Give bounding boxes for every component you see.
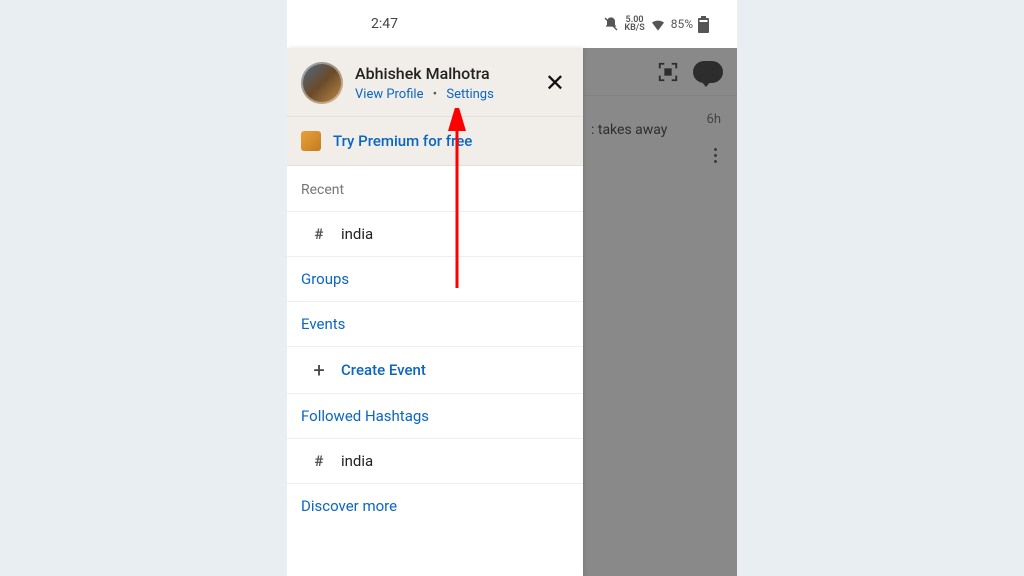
plus-icon: + [311, 360, 327, 380]
battery-percent: 85% [671, 17, 693, 31]
network-speed: 5.00 KB/S [624, 16, 644, 32]
phone-frame: 2:47 5.00 KB/S 85% 6h : takes away [287, 0, 737, 576]
profile-name: Abhishek Malhotra [355, 64, 529, 83]
separator-dot: • [433, 87, 437, 102]
hash-icon: # [311, 225, 327, 243]
recent-item-label: india [341, 225, 373, 243]
create-event-label: Create Event [341, 361, 426, 379]
premium-link[interactable]: Try Premium for free [333, 132, 472, 150]
discover-more-link[interactable]: Discover more [287, 484, 583, 528]
mute-icon [603, 16, 619, 32]
premium-icon [301, 131, 321, 151]
scrim[interactable] [583, 48, 737, 576]
followed-item[interactable]: # india [287, 439, 583, 484]
settings-link[interactable]: Settings [446, 87, 493, 102]
view-profile-link[interactable]: View Profile [355, 87, 423, 102]
avatar[interactable] [301, 62, 343, 104]
hash-icon: # [311, 452, 327, 470]
navigation-drawer: Abhishek Malhotra View Profile • Setting… [287, 48, 583, 576]
clock: 2:47 [371, 16, 398, 32]
groups-link[interactable]: Groups [287, 257, 583, 302]
create-event-row[interactable]: + Create Event [287, 347, 583, 394]
battery-icon [698, 16, 709, 33]
wifi-icon [650, 17, 666, 31]
recent-item[interactable]: # india [287, 212, 583, 257]
profile-block: Abhishek Malhotra View Profile • Setting… [287, 48, 583, 116]
close-icon[interactable]: ✕ [541, 67, 569, 99]
premium-row[interactable]: Try Premium for free [287, 116, 583, 166]
status-bar: 2:47 5.00 KB/S 85% [287, 0, 737, 48]
followed-item-label: india [341, 452, 373, 470]
events-link[interactable]: Events [287, 302, 583, 347]
followed-hashtags-link[interactable]: Followed Hashtags [287, 394, 583, 439]
recent-header: Recent [287, 166, 583, 212]
